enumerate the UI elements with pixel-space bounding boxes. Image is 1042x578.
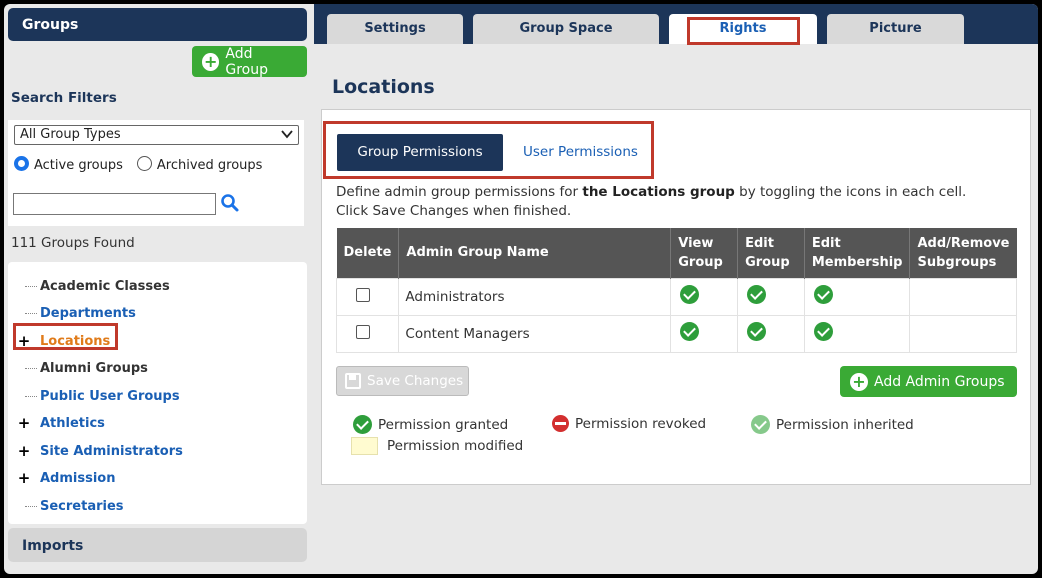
- permission-granted-icon[interactable]: [680, 285, 700, 304]
- tree-item-label: Admission: [40, 470, 116, 486]
- rights-tab-highlight-box: [687, 17, 800, 45]
- tree-line-icon: [8, 312, 40, 314]
- locations-highlight-box: [13, 323, 118, 350]
- tree-item-alumni-groups[interactable]: Alumni Groups: [8, 358, 298, 378]
- tree-item-label: Alumni Groups: [40, 360, 148, 376]
- plus-circle-icon: +: [850, 372, 868, 391]
- legend-modified: Permission modified: [351, 437, 523, 455]
- permissions-table: Delete Admin Group Name View Group Edit Gr…: [335, 228, 1017, 353]
- tab-group-space[interactable]: Group Space: [473, 14, 659, 44]
- delete-checkbox[interactable]: [356, 287, 370, 302]
- subgroups-cell[interactable]: [909, 314, 1017, 353]
- tab-bar: Settings Group Space Rights Picture: [314, 4, 1038, 44]
- app-window: Groups + Add Group Search Filters All Gr…: [4, 4, 1038, 574]
- legend-revoked: Permission revoked: [552, 415, 706, 432]
- tree-item-athletics[interactable]: + Athletics: [8, 413, 298, 433]
- tree-item-label: Secretaries: [40, 498, 124, 514]
- tree-item-secretaries[interactable]: Secretaries: [8, 496, 298, 516]
- page-title: Locations: [332, 76, 435, 98]
- tree-item-public-user-groups[interactable]: Public User Groups: [8, 386, 298, 406]
- legend-inherited-label: Permission inherited: [776, 416, 914, 433]
- tree-item-label: Departments: [40, 305, 136, 321]
- description-text: Define admin group permissions for: [336, 184, 583, 200]
- inherited-icon: [751, 415, 770, 434]
- permissions-tabs-highlight-box: [323, 121, 654, 179]
- search-filters-title: Search Filters: [11, 90, 117, 106]
- table-header-row: Delete Admin Group Name View Group Edit Gr…: [336, 228, 1017, 278]
- save-disk-icon: [345, 373, 361, 389]
- legend-granted: Permission granted: [353, 415, 508, 434]
- expand-plus-icon[interactable]: +: [8, 442, 40, 460]
- tree-item-label: Academic Classes: [40, 278, 170, 294]
- permission-granted-icon[interactable]: [747, 285, 767, 304]
- tree-item-academic-classes[interactable]: Academic Classes: [8, 276, 298, 296]
- col-admin-group-name: Admin Group Name: [398, 228, 672, 278]
- col-add-remove-subgroups: Add/Remove Subgroups: [909, 228, 1017, 278]
- table-row: Administrators: [335, 277, 1017, 316]
- admin-group-name: Administrators: [398, 277, 672, 316]
- archived-groups-label: Archived groups: [156, 158, 263, 173]
- chevron-down-icon: [281, 130, 293, 139]
- tree-item-label: Site Administrators: [40, 443, 183, 459]
- tree-item-departments[interactable]: Departments: [8, 303, 298, 323]
- tree-item-site-administrators[interactable]: + Site Administrators: [8, 441, 298, 461]
- legend-granted-label: Permission granted: [378, 416, 509, 433]
- permissions-description: Define admin group permissions for the L…: [336, 183, 996, 221]
- imports-section-header[interactable]: Imports: [8, 528, 307, 562]
- save-changes-button[interactable]: Save Changes: [336, 366, 469, 396]
- save-changes-label: Save Changes: [367, 373, 464, 389]
- group-search-input[interactable]: [13, 193, 216, 215]
- active-groups-label: Active groups: [34, 158, 123, 173]
- status-radio-group: Active groups Archived groups: [14, 156, 262, 173]
- modified-swatch: [351, 437, 378, 455]
- tree-line-icon: [8, 505, 40, 507]
- subgroups-cell[interactable]: [909, 277, 1017, 316]
- radio-checked-icon: [14, 156, 29, 171]
- search-button[interactable]: [220, 193, 240, 213]
- tree-line-icon: [8, 367, 40, 369]
- permission-granted-icon[interactable]: [680, 322, 700, 341]
- search-icon: [221, 194, 239, 212]
- archived-groups-radio[interactable]: Archived groups: [136, 156, 263, 173]
- radio-unchecked-icon: [136, 156, 152, 171]
- permission-granted-icon[interactable]: [813, 285, 833, 304]
- add-group-button[interactable]: + Add Group: [192, 45, 307, 78]
- tab-settings[interactable]: Settings: [327, 14, 463, 44]
- legend-modified-label: Permission modified: [387, 438, 524, 454]
- sidebar: Groups + Add Group Search Filters All Gr…: [4, 4, 311, 574]
- sidebar-title: Groups: [8, 8, 307, 41]
- table-row: Content Managers: [335, 314, 1017, 353]
- add-admin-groups-button[interactable]: + Add Admin Groups: [840, 366, 1017, 397]
- col-delete: Delete: [336, 228, 400, 278]
- expand-plus-icon[interactable]: +: [8, 469, 40, 487]
- tree-item-label: Public User Groups: [40, 388, 180, 404]
- add-admin-groups-label: Add Admin Groups: [874, 373, 1005, 390]
- tree-line-icon: [8, 395, 40, 397]
- plus-circle-icon: +: [202, 51, 220, 71]
- description-group-name: the Locations group: [582, 184, 735, 200]
- legend-revoked-label: Permission revoked: [575, 415, 707, 432]
- group-type-value: All Group Types: [20, 127, 121, 142]
- active-groups-radio[interactable]: Active groups: [14, 156, 123, 173]
- add-group-label: Add Group: [225, 45, 268, 78]
- delete-checkbox[interactable]: [356, 324, 370, 339]
- permission-granted-icon[interactable]: [747, 322, 767, 341]
- legend-inherited: Permission inherited: [751, 415, 914, 434]
- col-view-group: View Group: [670, 228, 739, 278]
- col-edit-membership: Edit Membership: [804, 228, 911, 278]
- group-type-select[interactable]: All Group Types: [14, 125, 299, 145]
- group-tree: Academic Classes Departments + Locations…: [8, 262, 307, 524]
- expand-plus-icon[interactable]: +: [8, 414, 40, 432]
- granted-icon: [353, 415, 372, 434]
- tree-item-label: Athletics: [40, 415, 105, 431]
- tree-item-admission[interactable]: + Admission: [8, 468, 298, 488]
- revoked-icon: [552, 415, 569, 432]
- permission-granted-icon[interactable]: [813, 322, 833, 341]
- tab-picture[interactable]: Picture: [827, 14, 964, 44]
- col-edit-group: Edit Group: [737, 228, 805, 278]
- tree-line-icon: [8, 285, 40, 287]
- admin-group-name: Content Managers: [398, 314, 672, 353]
- groups-found-count: 111 Groups Found: [11, 235, 135, 251]
